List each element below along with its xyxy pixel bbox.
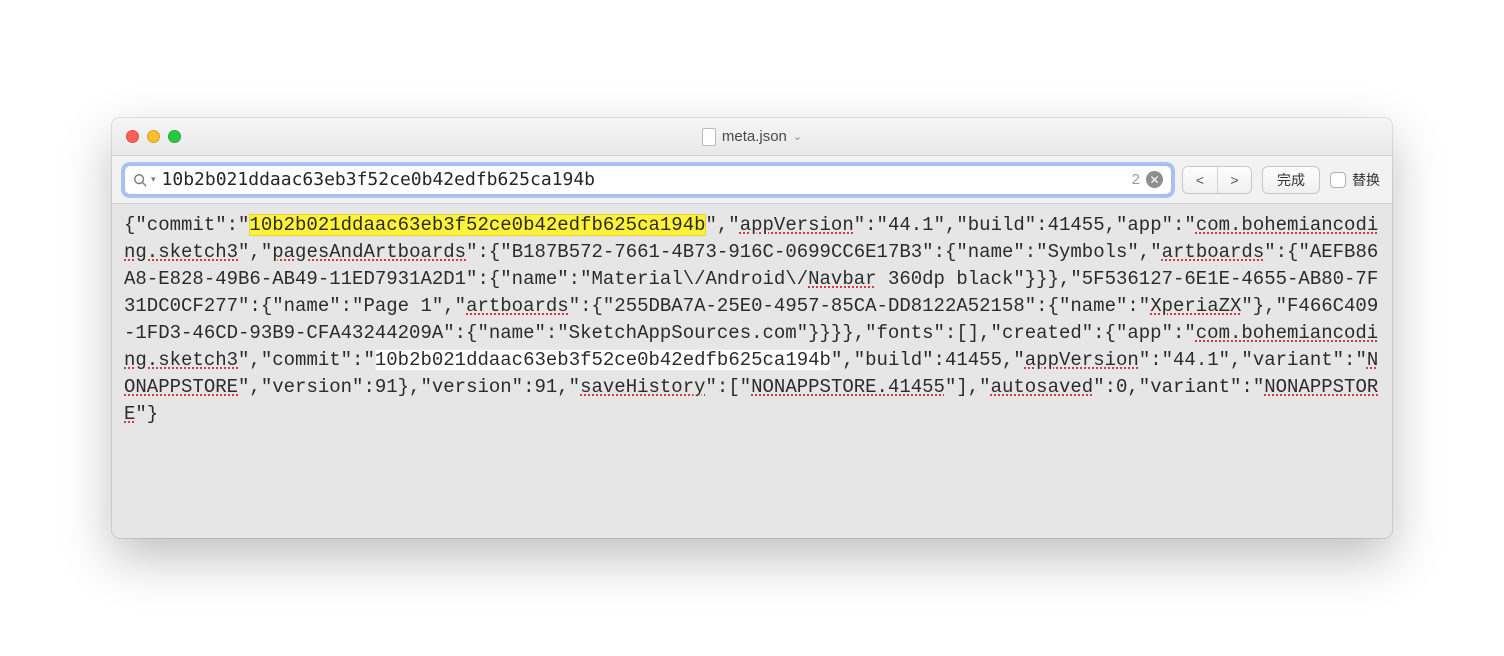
spellcheck-flag: appVersion <box>740 214 854 236</box>
replace-checkbox[interactable] <box>1330 172 1346 188</box>
find-prev-button[interactable]: < <box>1183 167 1217 193</box>
spellcheck-flag: artboards <box>466 295 569 317</box>
clear-search-icon[interactable]: ✕ <box>1146 171 1163 188</box>
find-nav-segment: < > <box>1182 166 1252 194</box>
search-icon <box>133 173 147 187</box>
spellcheck-flag: autosaved <box>991 376 1094 398</box>
search-result-count: 2 <box>1132 171 1140 188</box>
replace-label: 替换 <box>1352 170 1380 190</box>
window-controls <box>126 130 181 143</box>
spellcheck-flag: saveHistory <box>580 376 705 398</box>
spellcheck-flag: artboards <box>1162 241 1265 263</box>
spellcheck-flag: pagesAndArtboards <box>272 241 466 263</box>
title-filename: meta.json <box>722 128 787 145</box>
close-window-button[interactable] <box>126 130 139 143</box>
find-next-button[interactable]: > <box>1217 167 1251 193</box>
spellcheck-flag: appVersion <box>1025 349 1139 371</box>
document-icon <box>702 128 716 146</box>
find-bar: ▾ 2 ✕ < > 完成 替换 <box>112 156 1392 204</box>
window-title: meta.json ⌄ <box>112 128 1392 146</box>
text-editor-window: meta.json ⌄ ▾ 2 ✕ < > 完成 替换 {"com <box>112 118 1392 538</box>
spellcheck-flag: NONAPPSTORE.41455 <box>751 376 945 398</box>
title-dropdown-icon[interactable]: ⌄ <box>793 130 802 143</box>
titlebar[interactable]: meta.json ⌄ <box>112 118 1392 156</box>
done-button[interactable]: 完成 <box>1262 166 1320 194</box>
search-field-wrap[interactable]: ▾ 2 ✕ <box>124 165 1172 195</box>
search-match-current: 10b2b021ddaac63eb3f52ce0b42edfb625ca194b <box>249 214 705 236</box>
zoom-window-button[interactable] <box>168 130 181 143</box>
replace-toggle[interactable]: 替换 <box>1330 170 1380 190</box>
search-input[interactable] <box>162 169 1126 190</box>
search-match: 10b2b021ddaac63eb3f52ce0b42edfb625ca194b <box>375 349 831 371</box>
spellcheck-flag: XperiaZX <box>1150 295 1241 317</box>
minimize-window-button[interactable] <box>147 130 160 143</box>
text-content-area[interactable]: {"commit":"10b2b021ddaac63eb3f52ce0b42ed… <box>112 204 1392 538</box>
spellcheck-flag: Navbar <box>808 268 876 290</box>
document-text[interactable]: {"commit":"10b2b021ddaac63eb3f52ce0b42ed… <box>124 212 1380 428</box>
search-options-dropdown-icon[interactable]: ▾ <box>151 174 156 185</box>
